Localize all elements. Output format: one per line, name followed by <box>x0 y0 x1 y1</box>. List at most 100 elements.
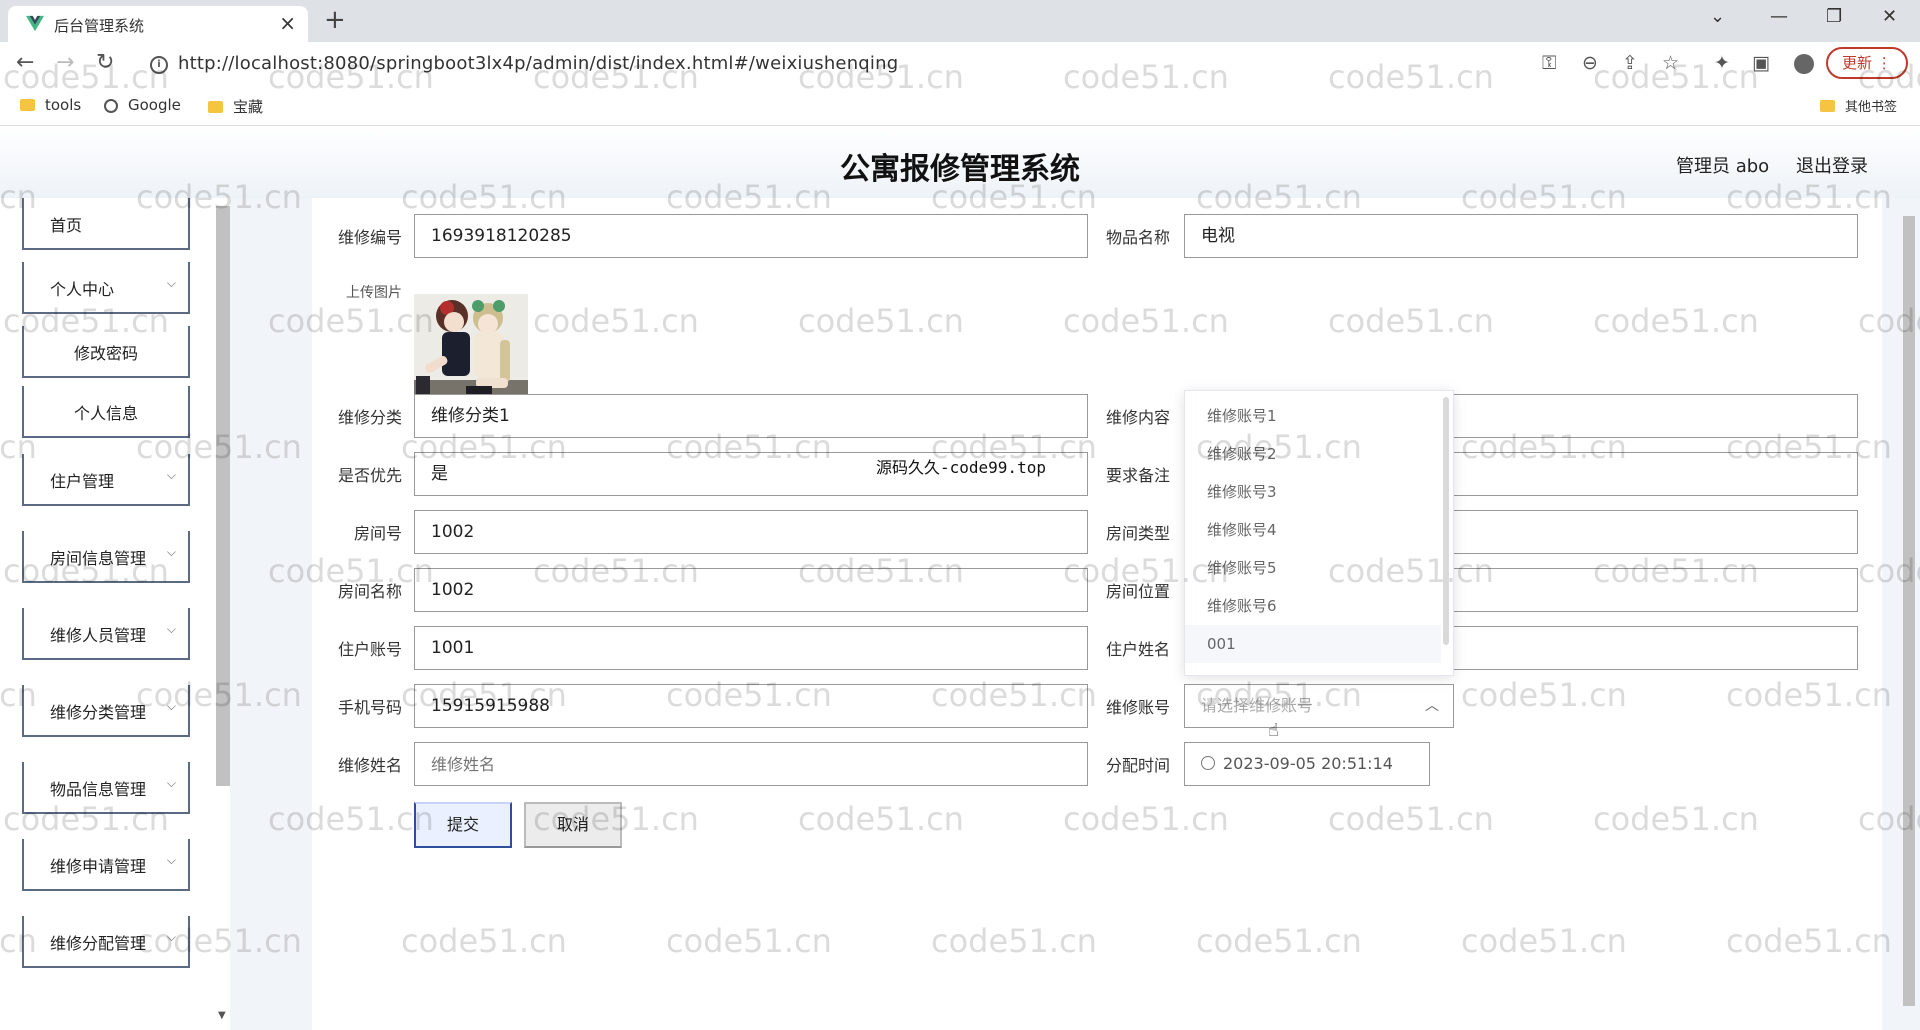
profile-avatar[interactable] <box>1794 54 1814 74</box>
restore-icon[interactable]: ❐ <box>1826 6 1842 27</box>
label-resident-name: 住户姓名 <box>1105 640 1170 659</box>
bookmark-label: Google <box>128 96 181 114</box>
tab-close-icon[interactable]: × <box>279 11 296 35</box>
sidebar-item-item-mgmt[interactable]: 物品信息管理 ⌵ <box>22 762 190 814</box>
browser-tab[interactable]: 后台管理系统 × <box>8 6 308 42</box>
hand-cursor-icon: ☝ <box>1268 720 1279 741</box>
folder-icon <box>208 101 223 113</box>
chevron-down-icon: ⌵ <box>166 699 176 713</box>
sidebar-item-personal-info[interactable]: 个人信息 <box>22 386 190 438</box>
room-no-input[interactable]: 1002 <box>414 510 1088 554</box>
resident-account-input[interactable]: 1001 <box>414 626 1088 670</box>
sidebar-item-resident-mgmt[interactable]: 住户管理 ⌵ <box>22 454 190 506</box>
sidebar-scrollbar[interactable]: ▼ <box>216 198 230 1021</box>
tab-title: 后台管理系统 <box>54 17 145 35</box>
label-repair-account: 维修账号 <box>1105 698 1170 717</box>
dropdown-scrollbar[interactable] <box>1443 397 1449 645</box>
label-item-name: 物品名称 <box>1105 228 1170 247</box>
repair-account-select[interactable]: 请选择维修账号 ︿ <box>1184 684 1454 728</box>
chevron-down-icon: ⌵ <box>166 545 176 559</box>
dropdown-option[interactable]: 维修账号2 <box>1185 435 1441 473</box>
repair-no-input[interactable]: 1693918120285 <box>414 214 1088 258</box>
assign-time-picker[interactable]: 2023-09-05 20:51:14 <box>1184 742 1430 786</box>
chevron-down-icon: ⌵ <box>166 276 176 290</box>
bookmark-label: tools <box>45 96 82 114</box>
back-icon[interactable]: ← <box>16 50 34 75</box>
sidebar-item-category-mgmt[interactable]: 维修分类管理 ⌵ <box>22 685 190 737</box>
sidebar-item-label: 维修分类管理 <box>50 703 147 722</box>
current-user: 管理员 abo <box>1676 156 1770 177</box>
dropdown-option[interactable]: 维修账号5 <box>1185 549 1441 587</box>
update-button[interactable]: 更新 ⋮ <box>1826 47 1908 79</box>
chevron-down-icon: ⌵ <box>166 776 176 790</box>
submit-button[interactable]: 提交 <box>414 802 512 848</box>
minimize-icon[interactable]: — <box>1770 6 1788 27</box>
share-icon[interactable]: ⇪ <box>1622 52 1638 74</box>
phone-input[interactable]: 15915915988 <box>414 684 1088 728</box>
bookmark-treasure[interactable]: 宝藏 <box>208 96 263 117</box>
dropdown-option-hovered[interactable]: 001 <box>1185 625 1441 663</box>
sidebar-item-home[interactable]: 首页 <box>22 198 190 250</box>
forward-icon[interactable]: → <box>56 50 74 75</box>
dropdown-option[interactable]: 维修账号4 <box>1185 511 1441 549</box>
address-bar[interactable]: http://localhost:8080/springboot3lx4p/ad… <box>178 53 898 74</box>
sidebar-item-label: 物品信息管理 <box>50 780 147 799</box>
page-title: 公寓报修管理系统 <box>840 152 1080 187</box>
app-header: 公寓报修管理系统 管理员 abo 退出登录 <box>0 126 1920 198</box>
reload-icon[interactable]: ↻ <box>96 50 114 75</box>
globe-icon <box>104 99 118 113</box>
dropdown-option[interactable]: 维修账号6 <box>1185 587 1441 625</box>
chevron-down-icon: ⌵ <box>166 468 176 482</box>
dropdown-option[interactable]: 维修账号1 <box>1185 397 1441 435</box>
bookmark-google[interactable]: Google <box>104 96 181 114</box>
label-phone: 手机号码 <box>337 698 402 717</box>
update-label: 更新 <box>1842 54 1873 72</box>
repair-category-input[interactable]: 维修分类1 <box>414 394 1088 438</box>
sidebar-item-label: 个人信息 <box>73 404 138 423</box>
bookmark-tools[interactable]: tools <box>20 96 81 114</box>
bookmark-star-icon[interactable]: ☆ <box>1662 52 1679 74</box>
side-panel-icon[interactable]: ▣ <box>1752 52 1770 74</box>
sidebar-item-label: 维修申请管理 <box>50 857 147 876</box>
form-panel: 维修编号 1693918120285 物品名称 电视 上传图片 维修分类 维修分… <box>312 198 1882 1030</box>
sidebar-item-label: 房间信息管理 <box>50 549 147 568</box>
main-scroll-thumb[interactable] <box>1903 216 1915 1006</box>
sidebar-item-label: 维修人员管理 <box>50 626 147 645</box>
sidebar-item-assignment-mgmt[interactable]: 维修分配管理 ⌵ <box>22 916 190 968</box>
sidebar-item-change-password[interactable]: 修改密码 <box>22 326 190 378</box>
folder-icon <box>20 99 35 111</box>
folder-icon <box>1820 100 1835 112</box>
extensions-icon[interactable]: ✦ <box>1714 52 1730 74</box>
sidebar-scroll-thumb[interactable] <box>216 206 230 786</box>
chevron-down-icon: ⌵ <box>166 930 176 944</box>
sidebar-item-label: 修改密码 <box>73 344 138 363</box>
sidebar-item-repairer-mgmt[interactable]: 维修人员管理 ⌵ <box>22 608 190 660</box>
site-info-icon[interactable]: i <box>150 56 168 74</box>
zoom-icon[interactable]: ⊖ <box>1582 52 1598 74</box>
sidebar-item-application-mgmt[interactable]: 维修申请管理 ⌵ <box>22 839 190 891</box>
main-scrollbar[interactable] <box>1902 216 1916 1030</box>
label-assign-time: 分配时间 <box>1105 756 1170 775</box>
bookmark-label: 宝藏 <box>233 98 264 116</box>
bookmark-other[interactable]: 其他书签 <box>1820 96 1897 115</box>
repair-name-input[interactable] <box>414 742 1088 786</box>
uploaded-image-thumbnail[interactable] <box>414 294 528 406</box>
sidebar-item-personal-center[interactable]: 个人中心 ⌵ <box>22 262 190 314</box>
sidebar-item-label: 首页 <box>50 216 83 235</box>
dropdown-option[interactable]: 维修账号3 <box>1185 473 1441 511</box>
cancel-button[interactable]: 取消 <box>524 802 622 848</box>
key-icon[interactable]: ⚿ <box>1542 52 1556 74</box>
sidebar-item-room-mgmt[interactable]: 房间信息管理 ⌵ <box>22 531 190 583</box>
bookmarks-bar: tools Google 宝藏 其他书签 <box>0 86 1920 126</box>
room-name-input[interactable]: 1002 <box>414 568 1088 612</box>
label-repair-content: 维修内容 <box>1105 408 1170 427</box>
logout-link[interactable]: 退出登录 <box>1796 152 1868 178</box>
label-room-name: 房间名称 <box>337 582 402 601</box>
window-close-icon[interactable]: ✕ <box>1882 6 1897 27</box>
new-tab-button[interactable]: + <box>324 5 346 35</box>
scroll-down-arrow-icon[interactable]: ▼ <box>218 1010 226 1021</box>
label-upload-image: 上传图片 <box>346 285 402 301</box>
item-name-input[interactable]: 电视 <box>1184 214 1858 258</box>
label-room-location: 房间位置 <box>1105 582 1170 601</box>
tab-search-chevron-icon[interactable]: ⌄ <box>1710 6 1725 27</box>
